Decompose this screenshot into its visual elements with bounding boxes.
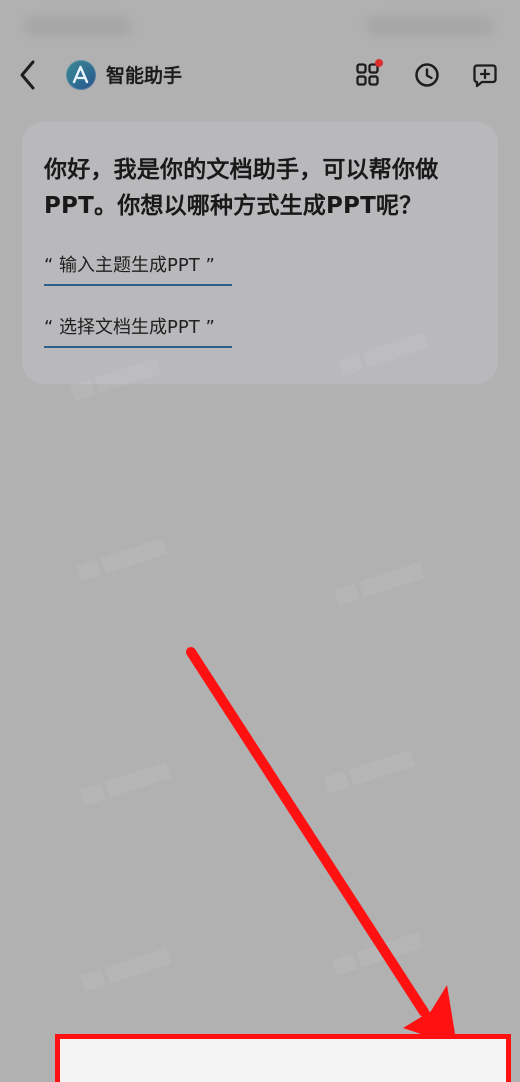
new-chat-button[interactable] [470, 60, 500, 90]
bottom-input-highlight [55, 1034, 511, 1082]
status-time-blur [24, 16, 132, 36]
watermark: ▒▒ ▒▒▒▒▒▒ [332, 932, 424, 977]
history-button[interactable] [412, 60, 442, 90]
option-document-ppt[interactable]: “ 选择文档生成PPT ” [44, 314, 232, 348]
option-topic-ppt[interactable]: “ 输入主题生成PPT ” [44, 252, 232, 286]
assistant-logo-icon [66, 60, 96, 90]
grid-button[interactable] [353, 59, 383, 90]
page-title: 智能助手 [106, 65, 183, 87]
back-button[interactable] [12, 58, 44, 92]
watermark: ▒▒ ▒▒▒▒▒▒ [80, 948, 172, 993]
top-navigation-bar: 智能助手 [0, 46, 520, 104]
assistant-greeting: 你好，我是你的文档助手，可以帮你做PPT。你想以哪种方式生成PPT呢？ [44, 157, 439, 219]
watermark: ▒▒ ▒▒▒▒▒▒ [334, 562, 426, 607]
status-indicators-blur [366, 16, 494, 36]
notification-dot [375, 59, 383, 67]
watermark: ▒▒ ▒▒▒▒▒▒ [76, 538, 168, 583]
back-icon [20, 60, 35, 90]
new-chat-icon [473, 64, 497, 88]
status-bar [0, 0, 520, 46]
clock-icon [415, 63, 439, 87]
watermark: ▒▒ ▒▒▒▒▒▒ [324, 750, 416, 795]
watermark: ▒▒ ▒▒▒▒▒▒ [80, 762, 172, 807]
